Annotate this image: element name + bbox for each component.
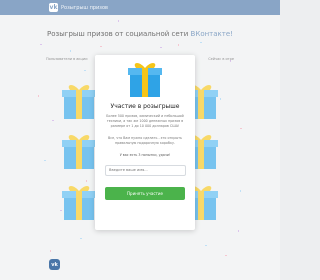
modal-title: Участие в розыгрыше [110,103,180,110]
vk-app-icon[interactable]: vk [49,259,60,270]
gift-box-icon [128,63,162,97]
modal-attempts-note: У вас есть 3 попытки, удачи! [119,153,171,157]
name-input[interactable] [105,165,186,176]
participation-modal: Участие в розыгрыше Более 500 призов, хи… [95,55,195,230]
modal-description: Более 500 призов, химический и небольшой… [106,114,184,128]
participate-button[interactable]: Принять участие [105,187,185,200]
modal-instruction: Все, что Вам нужно сделать - это открыть… [108,136,182,145]
